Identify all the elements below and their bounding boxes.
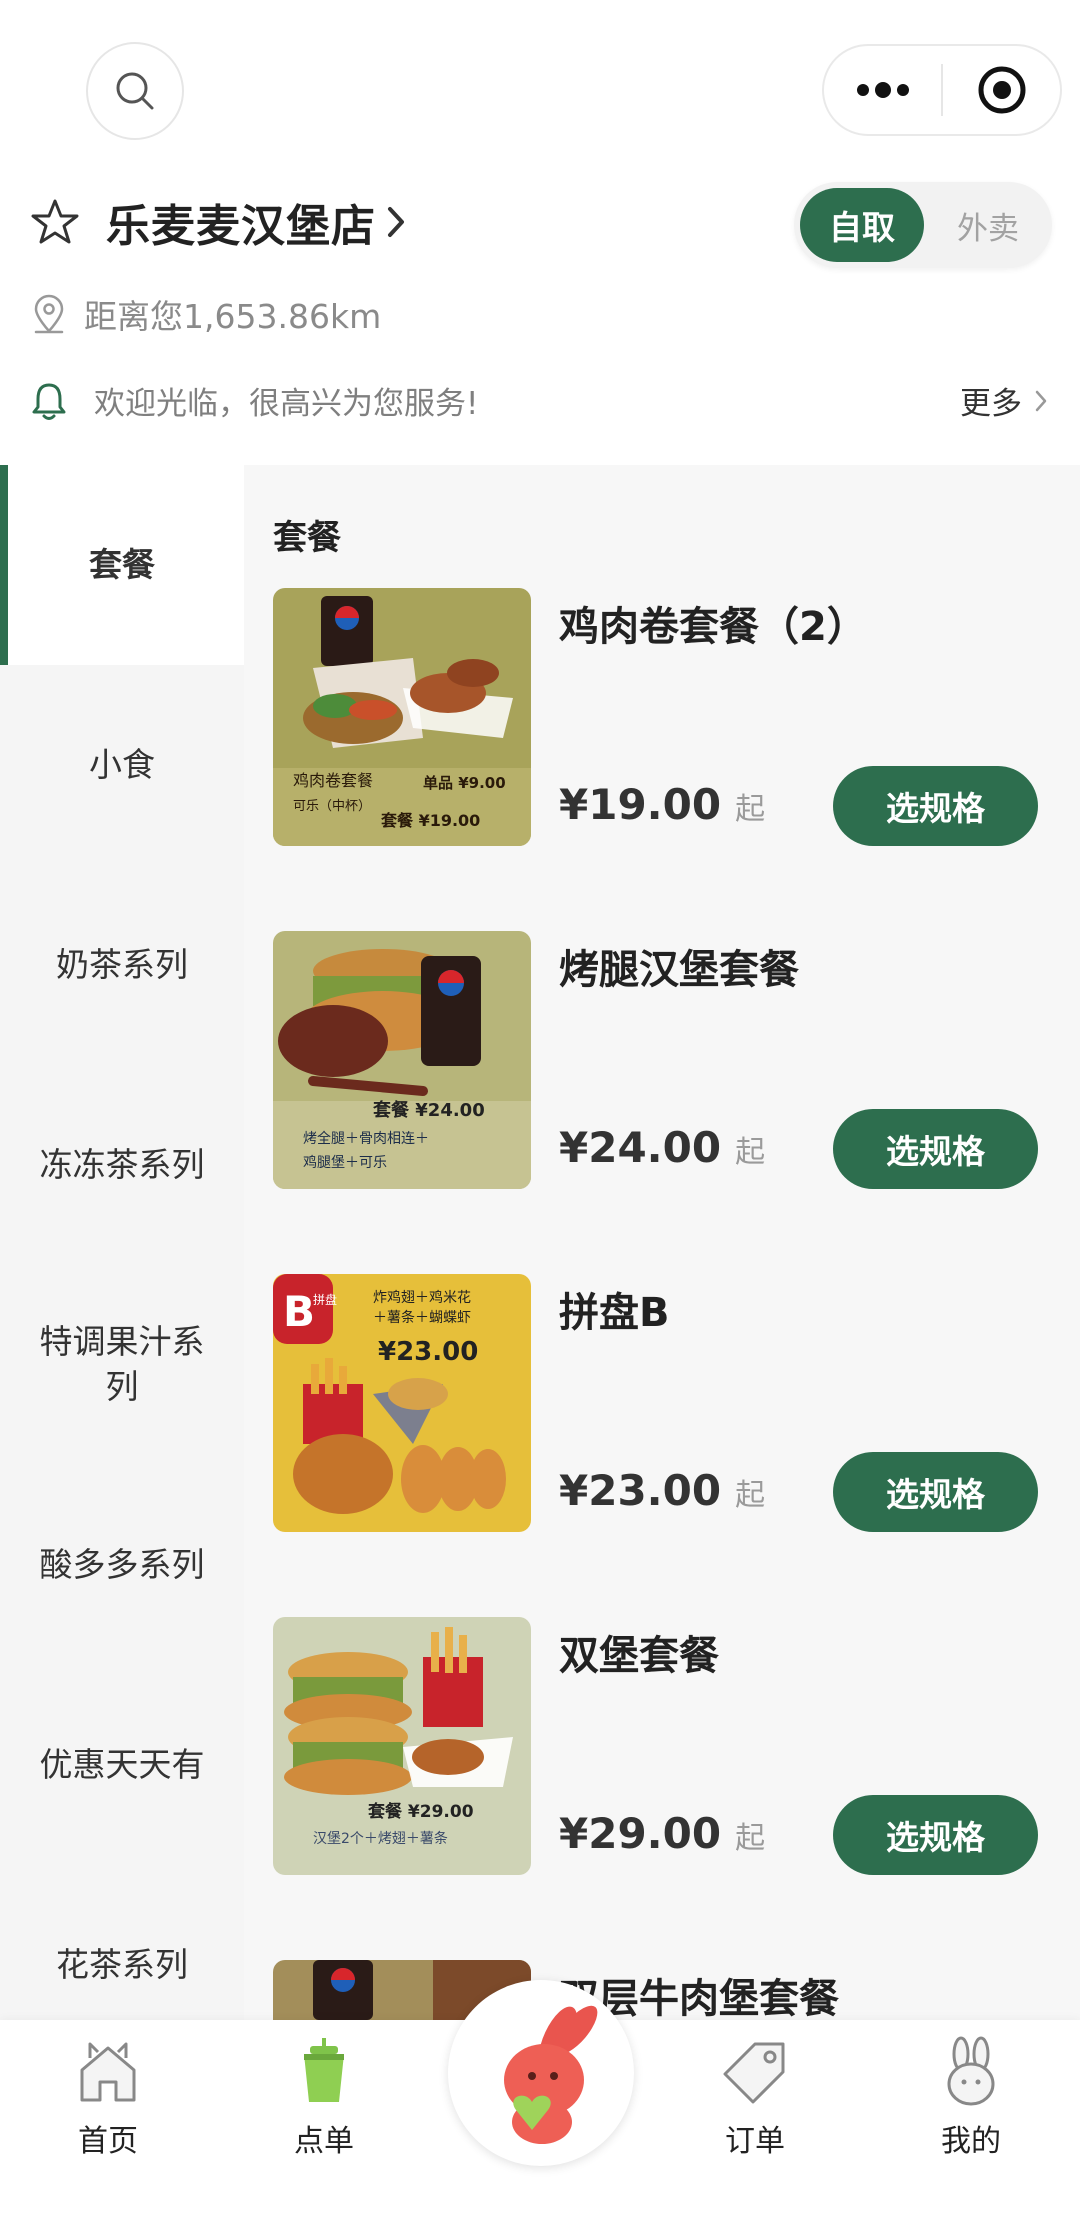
image-text: ¥23.00	[378, 1337, 478, 1367]
category-label: 套餐	[89, 544, 155, 584]
category-item-yakult[interactable]: 酸多多系列	[0, 1465, 244, 1665]
close-miniprogram-button[interactable]	[943, 46, 1060, 134]
pickup-toggle[interactable]: 自取	[800, 188, 924, 262]
product-item[interactable]: B 拼盘 炸鸡翅＋鸡米花 ＋薯条＋蝴蝶虾 ¥23.00 拼盘B ¥23.00 起	[273, 1274, 1063, 1532]
image-text: 套餐 ¥24.00	[373, 1099, 485, 1121]
product-list: 套餐 鸡肉卷套餐 可乐（中杯） 单品 ¥9.00 套餐 ¥19.00 鸡肉卷套餐…	[244, 465, 1080, 2020]
chevron-right-icon	[388, 207, 404, 237]
mode-toggle: 自取 外卖	[794, 182, 1052, 268]
image-text: 套餐 ¥19.00	[380, 811, 480, 830]
nav-item-order[interactable]: 点单	[249, 2036, 399, 2160]
category-sidebar: 套餐 小食 奶茶系列 冻冻茶系列 特调果汁系列 酸多多系列 优惠天天有 花茶系列	[0, 465, 244, 2020]
image-text: 套餐 ¥29.00	[367, 1801, 474, 1822]
price-suffix: 起	[735, 792, 766, 827]
drink-cup-icon	[304, 2038, 344, 2102]
image-text: 鸡腿堡＋可乐	[303, 1154, 387, 1171]
image-text: ＋薯条＋蝴蝶虾	[373, 1309, 471, 1326]
rabbit-icon	[947, 2036, 995, 2106]
image-text: 烤全腿＋骨肉相连＋	[303, 1130, 429, 1147]
choose-spec-button[interactable]: 选规格	[833, 1795, 1038, 1875]
category-item-combo[interactable]: 套餐	[0, 465, 244, 665]
location-pin-icon	[34, 294, 64, 334]
price-suffix: 起	[735, 1135, 766, 1170]
product-item[interactable]: 套餐 ¥24.00 烤全腿＋骨肉相连＋ 鸡腿堡＋可乐 烤腿汉堡套餐 ¥24.00…	[273, 931, 1063, 1189]
category-label: 冻冻茶系列	[39, 1144, 205, 1184]
image-text: 炸鸡翅＋鸡米花	[373, 1289, 471, 1306]
section-title: 套餐	[273, 518, 341, 558]
product-price: ¥24.00	[559, 1123, 722, 1172]
store-name[interactable]: 乐麦麦汉堡店	[106, 190, 376, 254]
nav-item-me[interactable]: 我的	[896, 2036, 1046, 2160]
tag-icon	[723, 2042, 785, 2104]
price-suffix: 起	[735, 1821, 766, 1856]
notice-text: 欢迎光临，很高兴为您服务!	[94, 386, 479, 422]
category-item-milk-tea[interactable]: 奶茶系列	[0, 865, 244, 1065]
nav-item-home[interactable]: 首页	[33, 2036, 183, 2160]
product-item[interactable]: 鸡肉卷套餐 可乐（中杯） 单品 ¥9.00 套餐 ¥19.00 鸡肉卷套餐（2）…	[273, 588, 1063, 846]
store-header[interactable]: 乐麦麦汉堡店	[30, 190, 406, 254]
delivery-toggle[interactable]: 外卖	[930, 188, 1046, 262]
choose-spec-button[interactable]: 选规格	[833, 1109, 1038, 1189]
image-text: 单品 ¥9.00	[423, 774, 506, 792]
category-item-iced-tea[interactable]: 冻冻茶系列	[0, 1065, 244, 1265]
nav-label: 首页	[78, 2124, 138, 2159]
product-price: ¥29.00	[559, 1809, 722, 1858]
product-image[interactable]: 套餐 ¥29.00 汉堡2个＋烤翅＋薯条	[273, 1617, 531, 1875]
category-label: 花茶系列	[56, 1944, 188, 1984]
nav-item-orders[interactable]: 订单	[680, 2036, 830, 2160]
category-label: 酸多多系列	[39, 1544, 205, 1584]
category-label: 小食	[89, 744, 155, 784]
notice-bar: 欢迎光临，很高兴为您服务! 更多	[30, 378, 1060, 423]
search-icon	[116, 72, 154, 110]
product-image[interactable]: 套餐 ¥24.00 烤全腿＋骨肉相连＋ 鸡腿堡＋可乐	[273, 931, 531, 1189]
product-name: 拼盘B	[559, 1290, 670, 1336]
choose-spec-button[interactable]: 选规格	[833, 1452, 1038, 1532]
image-text: 汉堡2个＋烤翅＋薯条	[313, 1830, 448, 1847]
product-name: 双堡套餐	[559, 1633, 719, 1679]
more-options-button[interactable]	[824, 46, 941, 134]
product-name: 鸡肉卷套餐（2）	[559, 604, 867, 650]
more-label: 更多	[960, 386, 1022, 422]
distance-text: 距离您1,653.86km	[84, 297, 382, 336]
product-image[interactable]: 鸡肉卷套餐 可乐（中杯） 单品 ¥9.00 套餐 ¥19.00	[273, 588, 531, 846]
price-wrap: ¥29.00 起	[559, 1809, 765, 1858]
search-button[interactable]	[86, 42, 184, 140]
category-label: 奶茶系列	[56, 944, 188, 984]
product-price: ¥19.00	[559, 780, 722, 829]
star-icon[interactable]	[30, 198, 80, 246]
target-icon	[978, 66, 1025, 114]
nav-label: 我的	[941, 2124, 1001, 2159]
price-wrap: ¥24.00 起	[559, 1123, 765, 1172]
more-dots-icon	[856, 82, 909, 98]
price-wrap: ¥19.00 起	[559, 780, 765, 829]
product-item[interactable]: 套餐 ¥29.00 汉堡2个＋烤翅＋薯条 双堡套餐 ¥29.00 起 选规格	[273, 1617, 1063, 1875]
home-icon	[80, 2042, 136, 2102]
category-label: 优惠天天有	[39, 1744, 205, 1784]
image-text: 鸡肉卷套餐	[293, 771, 373, 790]
category-item-special-juice[interactable]: 特调果汁系列	[0, 1265, 244, 1465]
nav-label: 点单	[294, 2124, 354, 2159]
more-link[interactable]: 更多	[960, 378, 1048, 423]
chevron-right-icon	[1035, 390, 1047, 411]
product-name: 烤腿汉堡套餐	[559, 947, 799, 993]
price-suffix: 起	[735, 1478, 766, 1513]
product-image[interactable]: B 拼盘 炸鸡翅＋鸡米花 ＋薯条＋蝴蝶虾 ¥23.00	[273, 1274, 531, 1532]
category-item-snacks[interactable]: 小食	[0, 665, 244, 865]
miniprogram-capsule	[822, 44, 1062, 136]
category-label: 特调果汁系列	[39, 1322, 205, 1406]
image-text: 拼盘	[313, 1292, 337, 1307]
image-text: 可乐（中杯）	[293, 799, 371, 814]
rabbit-mascot-icon	[504, 2005, 598, 2144]
bell-icon	[32, 383, 66, 420]
product-item[interactable]: 双层牛肉堡套餐	[273, 1960, 1063, 2020]
product-price: ¥23.00	[559, 1466, 722, 1515]
image-text: B	[283, 1287, 315, 1336]
price-wrap: ¥23.00 起	[559, 1466, 765, 1515]
choose-spec-button[interactable]: 选规格	[833, 766, 1038, 846]
distance-row: 距离您1,653.86km	[32, 290, 381, 338]
center-mascot-button[interactable]	[448, 1980, 634, 2166]
category-item-daily-deals[interactable]: 优惠天天有	[0, 1665, 244, 1865]
nav-label: 订单	[725, 2124, 785, 2159]
